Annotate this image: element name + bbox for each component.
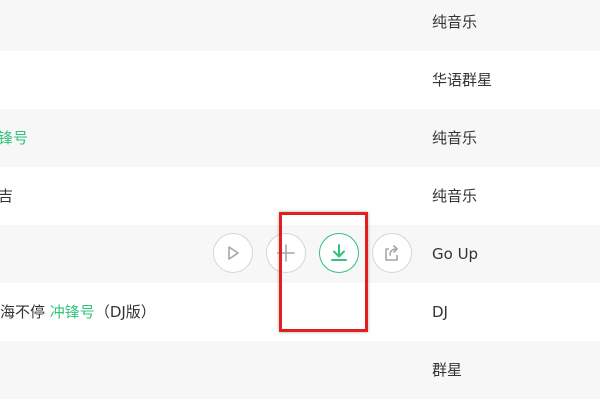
- song-title[interactable]: 海不停 冲锋号（DJ版）: [0, 283, 156, 341]
- add-to-playlist-button[interactable]: [266, 233, 306, 273]
- song-row-7[interactable]: 群星: [0, 341, 600, 399]
- song-row-3[interactable]: 锋号 纯音乐: [0, 109, 600, 167]
- song-title-highlight: 冲锋号: [49, 303, 95, 321]
- song-title-prefix: 海不停: [0, 303, 46, 321]
- album-name[interactable]: DJ: [432, 283, 448, 341]
- album-name[interactable]: Go Up: [432, 225, 478, 283]
- share-icon: [385, 245, 398, 261]
- song-title-highlight: 锋号: [0, 129, 29, 147]
- song-row-1[interactable]: 纯音乐: [0, 0, 600, 51]
- play-icon: [228, 246, 239, 260]
- download-button[interactable]: [319, 233, 359, 273]
- album-name[interactable]: 纯音乐: [432, 109, 477, 167]
- play-button[interactable]: [213, 233, 253, 273]
- download-icon: [331, 244, 347, 261]
- album-name[interactable]: 华语群星: [432, 51, 492, 109]
- share-button[interactable]: [372, 233, 412, 273]
- song-row-4[interactable]: 吉 纯音乐: [0, 167, 600, 225]
- album-name[interactable]: 纯音乐: [432, 0, 477, 51]
- song-title-suffix: （DJ版）: [94, 303, 156, 321]
- song-row-2[interactable]: 华语群星: [0, 51, 600, 109]
- album-name[interactable]: 群星: [432, 341, 462, 399]
- plus-icon: [277, 244, 295, 262]
- song-title[interactable]: 吉: [0, 167, 13, 225]
- song-actions: [213, 233, 413, 275]
- song-title[interactable]: 锋号: [0, 109, 28, 167]
- album-name[interactable]: 纯音乐: [432, 167, 477, 225]
- song-list: 纯音乐 华语群星 锋号 纯音乐 吉 纯音乐 Go Up 海不停 冲锋号（DJ版）…: [0, 0, 600, 400]
- song-row-6[interactable]: 海不停 冲锋号（DJ版） DJ: [0, 283, 600, 341]
